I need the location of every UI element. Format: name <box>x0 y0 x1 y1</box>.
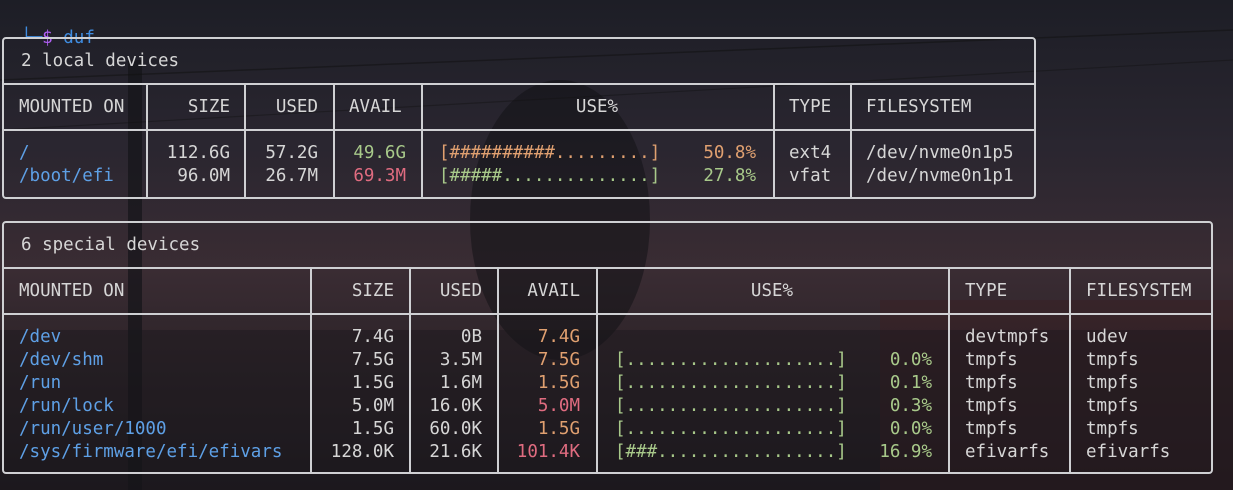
table-row-mount: /run/lock <box>19 396 114 416</box>
table-row-filesystem: efivarfs <box>1086 442 1171 462</box>
usage-percent: 27.8% <box>703 166 756 186</box>
table-row-filesystem: tmpfs <box>1086 350 1139 370</box>
table-row-used: 16.0K <box>429 396 482 416</box>
table-row-type: ext4 <box>789 143 832 163</box>
usage-percent: 50.8% <box>703 143 756 163</box>
usage-bar: [....................] <box>615 396 847 416</box>
table-row-mount: /sys/firmware/efi/efivars <box>19 442 283 462</box>
column-header-filesystem: FILESYSTEM <box>1086 281 1192 301</box>
column-header-mounted-on: MOUNTED ON <box>19 281 125 301</box>
table-row-filesystem: /dev/nvme0n1p5 <box>866 143 1014 163</box>
table-row-mount: /dev/shm <box>19 350 104 370</box>
special-devices-title: 6 special devices <box>21 235 201 255</box>
table-row-used: 57.2G <box>265 143 318 163</box>
table-row-used: 26.7M <box>265 166 318 186</box>
table-row-used: 3.5M <box>439 350 482 370</box>
column-header-mounted-on: MOUNTED ON <box>19 97 125 117</box>
usage-bar: [....................] <box>615 419 847 439</box>
table-row-avail: 7.5G <box>537 350 580 370</box>
table-row-avail: 49.6G <box>353 143 406 163</box>
usage-bar: [....................] <box>615 350 847 370</box>
column-header-size: SIZE <box>187 97 230 117</box>
table-row-mount: /run <box>19 373 62 393</box>
divider <box>850 83 852 197</box>
shell-prompt: └─$ duf <box>0 2 95 48</box>
table-row-avail: 1.5G <box>537 373 580 393</box>
local-devices-table: 2 local devices MOUNTED ON SIZE USED AVA… <box>2 37 1036 199</box>
table-row-type: devtmpfs <box>965 327 1050 347</box>
table-row-mount: /dev <box>19 327 62 347</box>
column-header-used: USED <box>275 97 318 117</box>
usage-bar: [##########.........] <box>439 143 661 163</box>
column-header-avail: AVAIL <box>527 281 580 301</box>
table-row-avail: 1.5G <box>537 419 580 439</box>
table-row-size: 128.0K <box>330 442 394 462</box>
table-row-used: 21.6K <box>429 442 482 462</box>
column-header-used: USED <box>439 281 482 301</box>
table-row-filesystem: /dev/nvme0n1p1 <box>866 166 1014 186</box>
column-header-size: SIZE <box>351 281 394 301</box>
table-row-filesystem: tmpfs <box>1086 396 1139 416</box>
table-row-size: 112.6G <box>166 143 230 163</box>
table-row-type: tmpfs <box>965 350 1018 370</box>
table-row-type: tmpfs <box>965 396 1018 416</box>
table-row-filesystem: tmpfs <box>1086 373 1139 393</box>
usage-bar: [....................] <box>615 373 847 393</box>
table-row-size: 7.4G <box>351 327 394 347</box>
table-row-type: efivarfs <box>965 442 1050 462</box>
table-row-used: 0B <box>460 327 482 347</box>
usage-percent: 0.0% <box>889 419 932 439</box>
table-row-mount: /run/user/1000 <box>19 419 167 439</box>
table-row-size: 1.5G <box>351 373 394 393</box>
table-row-avail: 101.4K <box>516 442 580 462</box>
table-row-avail: 5.0M <box>537 396 580 416</box>
usage-percent: 16.9% <box>879 442 932 462</box>
column-header-type: TYPE <box>789 97 832 117</box>
divider <box>773 83 775 197</box>
usage-percent: 0.1% <box>889 373 932 393</box>
usage-percent: 0.0% <box>889 350 932 370</box>
local-devices-title: 2 local devices <box>21 51 180 71</box>
table-row-mount: /boot/efi <box>19 166 114 186</box>
table-row-avail: 7.4G <box>537 327 580 347</box>
column-header-filesystem: FILESYSTEM <box>866 97 972 117</box>
column-header-use-percent: USE% <box>750 281 794 301</box>
table-row-filesystem: tmpfs <box>1086 419 1139 439</box>
special-devices-table: 6 special devices MOUNTED ON SIZE USED A… <box>2 221 1213 474</box>
column-header-type: TYPE <box>965 281 1008 301</box>
table-row-size: 5.0M <box>351 396 394 416</box>
usage-bar: [#####..............] <box>439 166 661 186</box>
table-row-size: 96.0M <box>177 166 230 186</box>
usage-bar: [###.................] <box>615 442 847 462</box>
table-row-mount: / <box>19 143 30 163</box>
table-row-avail: 69.3M <box>353 166 406 186</box>
table-row-used: 60.0K <box>429 419 482 439</box>
table-row-type: tmpfs <box>965 373 1018 393</box>
table-row-type: tmpfs <box>965 419 1018 439</box>
table-row-used: 1.6M <box>439 373 482 393</box>
divider <box>1069 267 1071 472</box>
table-row-size: 7.5G <box>351 350 394 370</box>
table-row-size: 1.5G <box>351 419 394 439</box>
table-row-filesystem: udev <box>1086 327 1129 347</box>
divider <box>948 267 950 472</box>
table-row-type: vfat <box>789 166 832 186</box>
column-header-use-percent: USE% <box>575 97 619 117</box>
usage-percent: 0.3% <box>889 396 932 416</box>
column-header-avail: AVAIL <box>349 97 402 117</box>
